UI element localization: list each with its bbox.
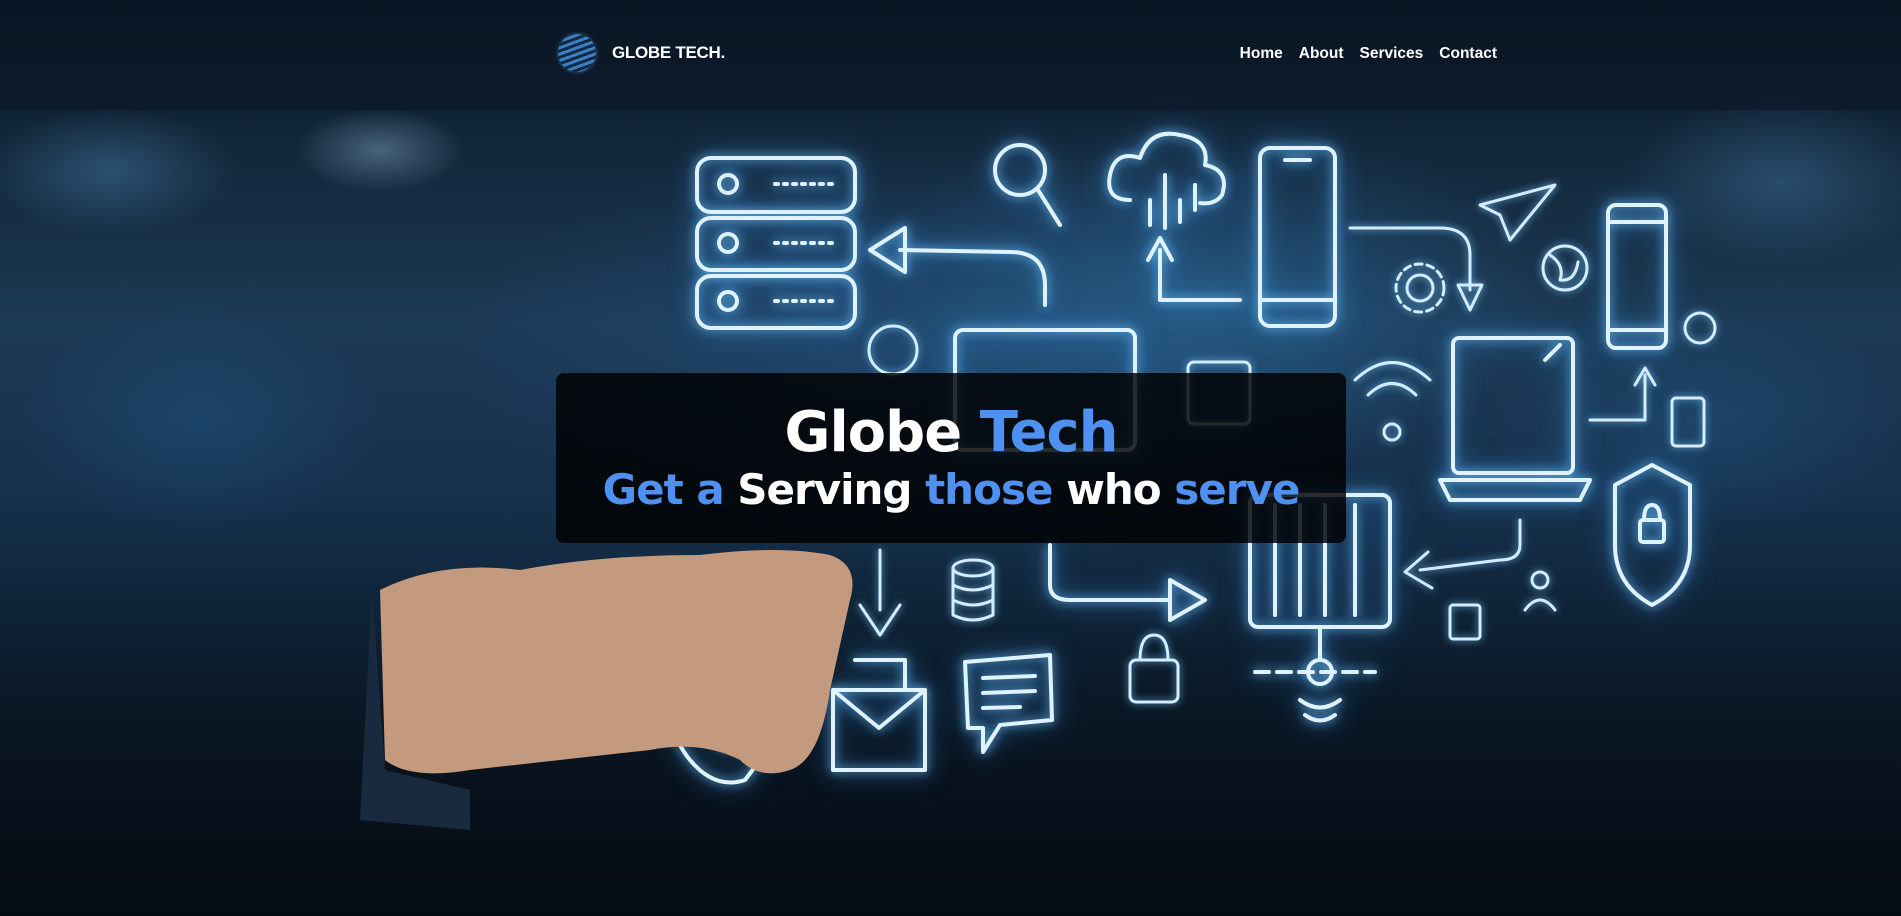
arrow-down-left-icon bbox=[858, 548, 902, 637]
hero-title-part2: Tech bbox=[979, 400, 1119, 465]
hero-card: Globe Tech Get a Serving those who serve bbox=[556, 373, 1346, 543]
hero-title-part1: Globe bbox=[784, 400, 962, 465]
brand[interactable]: GLOBE TECH. bbox=[558, 34, 725, 72]
database-icon bbox=[951, 558, 995, 622]
laptop-right-icon bbox=[1438, 336, 1592, 502]
globe-small-icon bbox=[1541, 244, 1589, 292]
nav-about-link[interactable]: About bbox=[1299, 45, 1344, 63]
nav-menu: Home About Services Contact bbox=[1240, 45, 1497, 63]
envelope-icon bbox=[831, 658, 927, 772]
hero-title: Globe Tech bbox=[556, 405, 1346, 461]
users-icon bbox=[1523, 570, 1557, 612]
paper-plane-icon bbox=[1478, 183, 1557, 242]
mail-small-icon bbox=[1448, 603, 1482, 641]
message-box-icon bbox=[963, 653, 1054, 754]
nav-home-link[interactable]: Home bbox=[1240, 45, 1283, 63]
chat-bubble-icon bbox=[1683, 311, 1717, 345]
hero-subtitle-part5: serve bbox=[1174, 465, 1300, 514]
hero-subtitle-part1: Get a bbox=[602, 465, 725, 514]
arrow-left-lower-icon bbox=[1403, 518, 1522, 590]
hero-subtitle-part3: those bbox=[925, 465, 1053, 514]
shield-lock-icon bbox=[1613, 463, 1692, 607]
arrow-down-icon bbox=[1348, 226, 1484, 312]
nav-services-link[interactable]: Services bbox=[1360, 45, 1424, 63]
wifi-icon bbox=[1353, 361, 1432, 442]
arrow-right-icon bbox=[1048, 543, 1207, 622]
nav-contact-link[interactable]: Contact bbox=[1439, 45, 1497, 63]
brand-name: GLOBE TECH. bbox=[612, 43, 725, 62]
arrow-up-icon bbox=[1588, 366, 1657, 422]
globe-icon bbox=[558, 34, 596, 72]
magnifier-icon bbox=[993, 143, 1062, 227]
padlock-icon bbox=[1128, 633, 1180, 704]
mobile-icon bbox=[1606, 203, 1668, 350]
smartphone-icon bbox=[1258, 146, 1337, 328]
hand-image bbox=[380, 550, 853, 774]
hero-subtitle: Get a Serving those who serve bbox=[556, 469, 1346, 511]
gear-icon bbox=[1394, 262, 1446, 314]
navbar: GLOBE TECH. Home About Services Contact bbox=[0, 0, 1901, 110]
hero-subtitle-part2: Serving bbox=[737, 465, 912, 514]
server-stack-icon bbox=[695, 156, 857, 330]
http-document-icon bbox=[1670, 396, 1706, 448]
hero-subtitle-part4: who bbox=[1066, 465, 1162, 514]
arrow-left-icon bbox=[868, 226, 1047, 307]
hub-icon bbox=[867, 324, 919, 376]
cloud-icon bbox=[1107, 131, 1242, 303]
